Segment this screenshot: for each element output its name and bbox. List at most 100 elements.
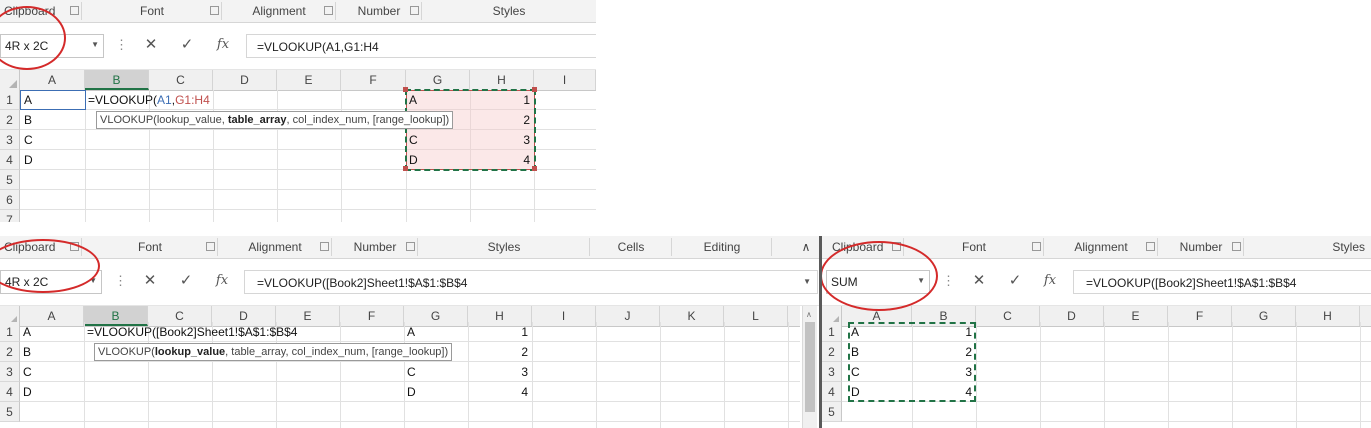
row-header-4[interactable]: 4 — [0, 150, 20, 170]
cell-b2[interactable]: 2 — [912, 342, 976, 362]
row-header-3[interactable]: 3 — [0, 362, 20, 382]
cell-a1[interactable]: A — [23, 322, 31, 342]
select-all-corner[interactable] — [0, 70, 20, 90]
resize-handle[interactable] — [403, 166, 408, 171]
cell-a3[interactable]: C — [23, 362, 32, 382]
column-header-g[interactable]: G — [1232, 306, 1296, 326]
enter-icon[interactable]: ✓ — [177, 36, 197, 54]
column-header-h[interactable]: H — [1296, 306, 1360, 326]
tooltip-arg-lookup[interactable]: lookup_value, — [157, 114, 228, 126]
row-header-5[interactable]: 5 — [0, 402, 20, 422]
scroll-up-icon[interactable]: ∧ — [806, 310, 812, 319]
tooltip-function[interactable]: VLOOKUP( — [98, 346, 155, 358]
cell-g1[interactable]: A — [409, 90, 417, 110]
dialog-launcher-icon[interactable] — [206, 242, 215, 251]
cell-h1[interactable]: 1 — [468, 322, 532, 342]
column-header-i[interactable]: I — [534, 70, 596, 90]
cell-h1[interactable]: 1 — [470, 90, 534, 110]
column-header-h[interactable]: H — [470, 70, 534, 90]
row-header-2[interactable]: 2 — [0, 110, 20, 130]
row-header-4[interactable]: 4 — [0, 382, 20, 402]
column-header-i[interactable]: I — [532, 306, 596, 326]
row-header-3[interactable]: 3 — [822, 362, 842, 382]
cell-b1[interactable]: 1 — [912, 322, 976, 342]
cell-a2[interactable]: B — [23, 342, 31, 362]
column-header-l[interactable]: L — [724, 306, 788, 326]
row-header-1[interactable]: 1 — [822, 322, 842, 342]
cell-h2[interactable]: 2 — [468, 342, 532, 362]
cell-g4[interactable]: D — [407, 382, 416, 402]
cancel-icon[interactable]: ✕ — [969, 272, 989, 290]
column-header-a[interactable]: A — [20, 70, 85, 90]
column-header-f[interactable]: F — [1168, 306, 1232, 326]
cell-a3[interactable]: C — [24, 130, 33, 150]
column-header-f[interactable]: F — [341, 70, 406, 90]
ribbon-group-alignment[interactable]: Alignment — [1044, 236, 1158, 258]
column-header-g[interactable]: G — [406, 70, 470, 90]
cell-g3[interactable]: C — [409, 130, 418, 150]
dialog-launcher-icon[interactable] — [324, 6, 333, 15]
dialog-launcher-icon[interactable] — [70, 6, 79, 15]
chevron-down-icon[interactable]: ▼ — [803, 277, 811, 286]
row-header-5[interactable]: 5 — [822, 402, 842, 422]
ribbon-group-styles[interactable]: Styles — [418, 236, 590, 258]
row-header-7[interactable]: 7 — [0, 210, 20, 222]
row-header-6[interactable]: 6 — [0, 190, 20, 210]
column-header-d[interactable]: D — [1040, 306, 1104, 326]
ribbon-group-alignment[interactable]: Alignment — [222, 0, 336, 22]
cell-g1[interactable]: A — [407, 322, 415, 342]
cell-h4[interactable]: 4 — [470, 150, 534, 170]
ribbon-group-alignment[interactable]: Alignment — [218, 236, 332, 258]
cell-a2[interactable]: B — [851, 342, 859, 362]
column-header-e[interactable]: E — [1104, 306, 1168, 326]
row-header-1[interactable]: 1 — [0, 322, 20, 342]
cell-a3[interactable]: C — [851, 362, 860, 382]
column-header-b[interactable]: B — [85, 70, 149, 90]
cell-a1[interactable]: A — [851, 322, 859, 342]
enter-icon[interactable]: ✓ — [176, 272, 196, 290]
vertical-scrollbar[interactable]: ∧ — [802, 306, 817, 428]
ribbon-group-editing[interactable]: Editing — [672, 236, 772, 258]
cancel-icon[interactable]: ✕ — [141, 36, 161, 54]
ribbon-group-number[interactable]: Number — [336, 0, 422, 22]
row-header-1[interactable]: 1 — [0, 90, 20, 110]
ribbon-group-cells[interactable]: Cells — [590, 236, 672, 258]
column-header-j[interactable]: J — [596, 306, 660, 326]
ribbon-group-styles[interactable]: Styles — [1244, 236, 1371, 258]
cell-h4[interactable]: 4 — [468, 382, 532, 402]
ribbon-group-number[interactable]: Number — [1158, 236, 1244, 258]
cell-g3[interactable]: C — [407, 362, 416, 382]
cell-a1[interactable]: A — [24, 90, 32, 110]
insert-function-icon[interactable]: fx — [1040, 272, 1060, 290]
tooltip-function[interactable]: VLOOKUP( — [100, 114, 157, 126]
column-header-f[interactable]: F — [340, 306, 404, 326]
row-header-5[interactable]: 5 — [0, 170, 20, 190]
ribbon-group-number[interactable]: Number — [332, 236, 418, 258]
formula-input[interactable]: =VLOOKUP(A1,G1:H4 — [246, 34, 596, 58]
tooltip-arg-rest[interactable]: , col_index_num, [range_lookup]) — [287, 114, 450, 126]
dialog-launcher-icon[interactable] — [1232, 242, 1241, 251]
row-header-2[interactable]: 2 — [0, 342, 20, 362]
column-header-d[interactable]: D — [213, 70, 277, 90]
dialog-launcher-icon[interactable] — [210, 6, 219, 15]
cell-a4[interactable]: D — [851, 382, 860, 402]
cell-a2[interactable]: B — [24, 110, 32, 130]
cell-h2[interactable]: 2 — [470, 110, 534, 130]
enter-icon[interactable]: ✓ — [1005, 272, 1025, 290]
insert-function-icon[interactable]: fx — [212, 272, 232, 290]
ribbon-group-font[interactable]: Font — [82, 236, 218, 258]
cell-b1-editing[interactable]: =VLOOKUP([Book2]Sheet1!$A$1:$B$4 — [87, 322, 297, 342]
tooltip-arg-lookup-value[interactable]: lookup_value — [155, 346, 225, 358]
row-header-3[interactable]: 3 — [0, 130, 20, 150]
tooltip-arg-table-array[interactable]: table_array — [228, 114, 287, 126]
dialog-launcher-icon[interactable] — [320, 242, 329, 251]
cell-b1-editing[interactable]: =VLOOKUP(A1,G1:H4 — [88, 90, 210, 110]
cell-h3[interactable]: 3 — [470, 130, 534, 150]
cell-g4[interactable]: D — [409, 150, 418, 170]
row-header-4[interactable]: 4 — [822, 382, 842, 402]
collapse-ribbon-button[interactable]: ∧ — [796, 236, 816, 258]
column-header-k[interactable]: K — [660, 306, 724, 326]
tooltip-arg-rest[interactable]: , table_array, col_index_num, [range_loo… — [225, 346, 448, 358]
cancel-icon[interactable]: ✕ — [140, 272, 160, 290]
cell-a4[interactable]: D — [24, 150, 33, 170]
